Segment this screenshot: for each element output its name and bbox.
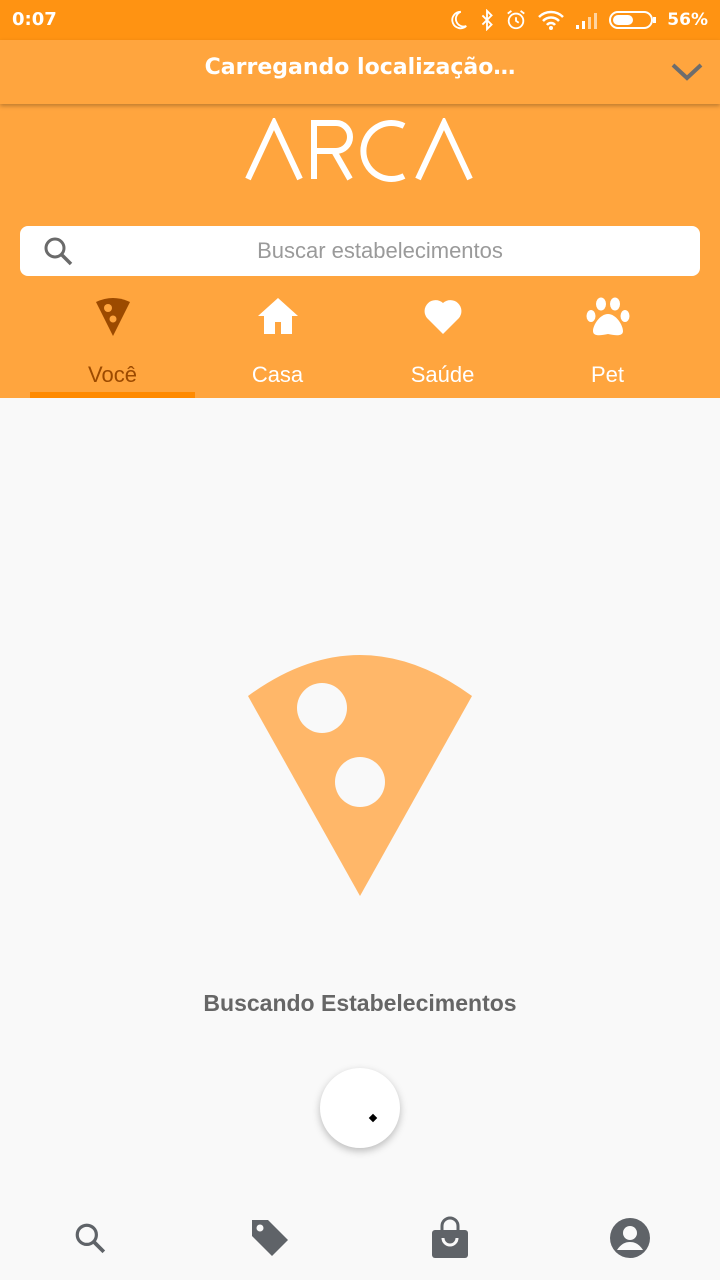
search-box[interactable] [20, 226, 700, 276]
tab-label: Casa [251, 362, 304, 387]
battery-percent: 56% [667, 10, 708, 30]
status-icons: 56% [447, 6, 708, 34]
paw-icon [525, 296, 690, 338]
loading-spinner [320, 1068, 400, 1148]
nav-offers[interactable] [180, 1200, 360, 1280]
account-icon [609, 1217, 651, 1264]
nav-account[interactable] [540, 1200, 720, 1280]
loading-text: Buscando Estabelecimentos [203, 990, 517, 1016]
search-icon [42, 235, 74, 272]
heart-icon [360, 296, 525, 336]
shopping-bag-icon [430, 1216, 470, 1265]
battery-icon [609, 10, 657, 30]
tab-label: Você [88, 362, 137, 387]
spinner-dot [368, 1113, 378, 1123]
nav-shopping[interactable] [360, 1200, 540, 1280]
tab-pet[interactable]: Pet [525, 292, 690, 398]
search-icon [73, 1221, 107, 1260]
tab-voce[interactable]: Você [30, 292, 195, 398]
moon-icon [447, 9, 469, 31]
header: Você Casa Saúde [0, 104, 720, 398]
tab-saude[interactable]: Saúde [360, 292, 525, 398]
tag-icon [248, 1216, 292, 1265]
search-input[interactable] [80, 226, 680, 276]
category-tabs: Você Casa Saúde Pet [30, 292, 690, 398]
signal-icon [575, 10, 599, 30]
location-bar[interactable]: Carregando localização… [0, 40, 720, 104]
location-text: Carregando localização… [204, 55, 516, 80]
nav-search[interactable] [0, 1200, 180, 1280]
wifi-icon [537, 9, 565, 31]
status-time: 0:07 [12, 9, 57, 30]
arca-logo [0, 118, 720, 182]
status-bar: 0:07 56% [0, 0, 720, 40]
bottom-nav [0, 1200, 720, 1280]
tab-casa[interactable]: Casa [195, 292, 360, 398]
tab-label: Pet [590, 362, 625, 387]
chevron-down-icon[interactable] [670, 60, 704, 89]
home-icon [195, 296, 360, 336]
tab-label: Saúde [410, 362, 475, 387]
bluetooth-icon [479, 9, 495, 31]
main-content: Buscando Estabelecimentos [0, 398, 720, 1198]
pizza-slice-icon [30, 296, 195, 338]
pizza-slice-icon [246, 644, 474, 903]
alarm-icon [505, 9, 527, 31]
